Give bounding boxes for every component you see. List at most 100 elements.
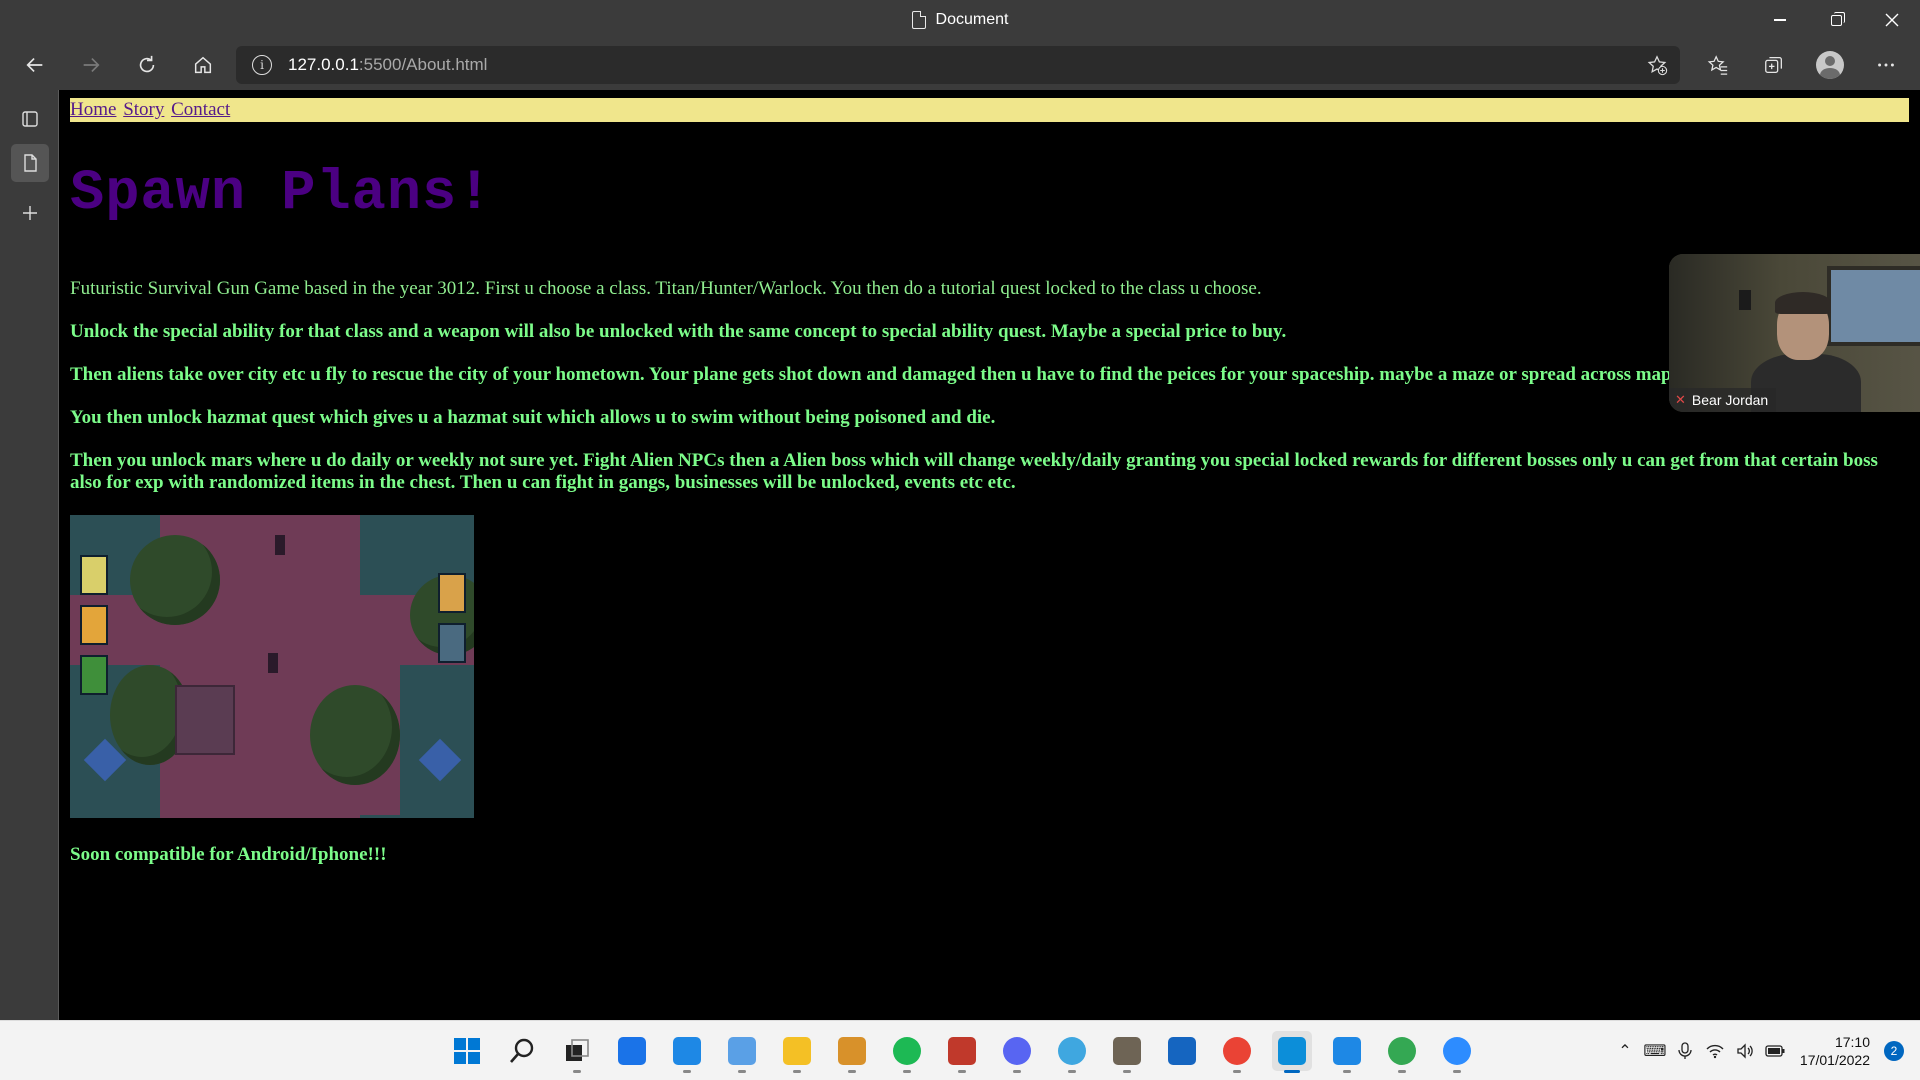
browser-toolbar: i 127.0.0.1:5500/About.html: [0, 40, 1920, 90]
window-title: Document: [0, 0, 1920, 40]
paragraph-aliens: Then aliens take over city etc u fly to …: [70, 364, 1701, 385]
volume-icon[interactable]: [1730, 1036, 1760, 1066]
taskbar-app-discord[interactable]: [997, 1031, 1037, 1073]
vertical-tabs-sidebar: [0, 90, 59, 1020]
notification-badge[interactable]: 2: [1884, 1041, 1904, 1061]
chrome-2-icon: [1388, 1037, 1416, 1065]
running-indicator: [958, 1070, 966, 1073]
clock-date: 17/01/2022: [1799, 1052, 1870, 1068]
taskbar-app-start[interactable]: [447, 1031, 487, 1071]
running-indicator: [1068, 1070, 1076, 1073]
paragraph-special-ability: Unlock the special ability for that clas…: [70, 321, 1287, 342]
clock-time: 17:10: [1834, 1034, 1870, 1050]
address-bar[interactable]: i 127.0.0.1:5500/About.html: [236, 46, 1680, 84]
taskbar-app-task-view[interactable]: [557, 1031, 597, 1073]
nav-link-story[interactable]: Story: [123, 99, 164, 120]
refresh-icon: [139, 55, 155, 73]
collections-button[interactable]: [1746, 45, 1802, 85]
minimize-icon: [1774, 19, 1786, 21]
page-title: Spawn Plans!: [70, 162, 493, 226]
taskbar-app-microsoft-store[interactable]: [1162, 1031, 1202, 1071]
taskbar-app-spotify[interactable]: [887, 1031, 927, 1073]
task-view-icon: [563, 1037, 591, 1065]
taskbar-app-search[interactable]: [502, 1031, 542, 1071]
info-icon[interactable]: i: [252, 55, 272, 75]
webcam-name-tag: ✕ Bear Jordan: [1669, 388, 1777, 412]
keyboard-icon[interactable]: ⌨: [1640, 1036, 1670, 1066]
home-icon: [194, 56, 212, 74]
window-title-text: Document: [935, 11, 1009, 28]
chevron-up-icon[interactable]: ⌃: [1610, 1036, 1640, 1066]
running-indicator: [1013, 1070, 1021, 1073]
game-app-icon: [838, 1037, 866, 1065]
profile-button[interactable]: [1802, 45, 1858, 85]
taskbar-app-notepad[interactable]: [722, 1031, 762, 1073]
favorites-button[interactable]: [1690, 45, 1746, 85]
game-screenshot-image: [70, 515, 474, 818]
add-favorite-icon[interactable]: [1646, 54, 1668, 76]
microphone-icon[interactable]: [1670, 1036, 1700, 1066]
tab-document[interactable]: [11, 144, 49, 182]
url-host: 127.0.0.1: [288, 55, 359, 74]
nav-link-home[interactable]: Home: [70, 99, 116, 120]
home-button[interactable]: [181, 45, 225, 85]
taskbar-app-game-app[interactable]: [832, 1031, 872, 1073]
running-indicator: [1398, 1070, 1406, 1073]
taskbar-app-edge[interactable]: [1272, 1031, 1312, 1073]
taskbar-app-file-explorer[interactable]: [777, 1031, 817, 1073]
running-indicator: [1233, 1070, 1241, 1073]
taskbar-app-paint-app[interactable]: [1052, 1031, 1092, 1073]
running-indicator: [1343, 1070, 1351, 1073]
minimize-button[interactable]: [1752, 0, 1808, 40]
microsoft-store-icon: [1168, 1037, 1196, 1065]
taskbar-app-game-app-2[interactable]: [942, 1031, 982, 1073]
forward-button[interactable]: [69, 45, 113, 85]
back-button[interactable]: [13, 45, 57, 85]
search-icon: [508, 1037, 536, 1065]
taskbar-app-zoom[interactable]: [1437, 1031, 1477, 1073]
paint-app-icon: [1058, 1037, 1086, 1065]
gimp-icon: [1113, 1037, 1141, 1065]
tab-actions-button[interactable]: [11, 100, 49, 138]
arrow-left-icon: [26, 57, 43, 73]
discord-icon: [1003, 1037, 1031, 1065]
nav-link-contact[interactable]: Contact: [171, 99, 230, 120]
taskbar-app-vscode[interactable]: [1327, 1031, 1367, 1073]
webcam-name: Bear Jordan: [1691, 392, 1769, 408]
battery-icon[interactable]: [1760, 1036, 1790, 1066]
taskbar-app-widgets[interactable]: [612, 1031, 652, 1071]
spotify-icon: [893, 1037, 921, 1065]
document-tab-icon: [24, 154, 37, 172]
restore-icon: [1830, 11, 1845, 26]
restore-button[interactable]: [1808, 0, 1864, 40]
running-indicator: [573, 1070, 581, 1073]
window-controls: [1752, 0, 1920, 40]
webcam-overlay[interactable]: ✕ Bear Jordan: [1669, 254, 1920, 412]
new-tab-button[interactable]: [11, 194, 49, 232]
refresh-button[interactable]: [125, 45, 169, 85]
taskbar-app-chrome-2[interactable]: [1382, 1031, 1422, 1073]
chrome-icon: [1223, 1037, 1251, 1065]
vscode-icon: [1333, 1037, 1361, 1065]
taskbar-app-chrome[interactable]: [1217, 1031, 1257, 1073]
running-indicator: [683, 1070, 691, 1073]
start-icon: [453, 1037, 481, 1065]
taskbar-clock[interactable]: 17:10 17/01/2022: [1800, 1033, 1870, 1069]
settings-menu-button[interactable]: [1858, 45, 1914, 85]
running-indicator: [1284, 1070, 1300, 1073]
close-icon: [1885, 13, 1899, 27]
web-page: Home Story Contact Spawn Plans! Futurist…: [60, 90, 1920, 1020]
mic-off-icon: ✕: [1675, 392, 1686, 407]
collections-icon: [1765, 57, 1782, 73]
widgets-icon: [618, 1037, 646, 1065]
wifi-icon[interactable]: [1700, 1036, 1730, 1066]
running-indicator: [738, 1070, 746, 1073]
close-button[interactable]: [1864, 0, 1920, 40]
file-explorer-icon: [783, 1037, 811, 1065]
document-icon: [911, 11, 926, 29]
running-indicator: [903, 1070, 911, 1073]
nav-bar: Home Story Contact: [70, 98, 1909, 122]
running-indicator: [848, 1070, 856, 1073]
taskbar-app-gimp[interactable]: [1107, 1031, 1147, 1073]
taskbar-app-mail[interactable]: [667, 1031, 707, 1073]
